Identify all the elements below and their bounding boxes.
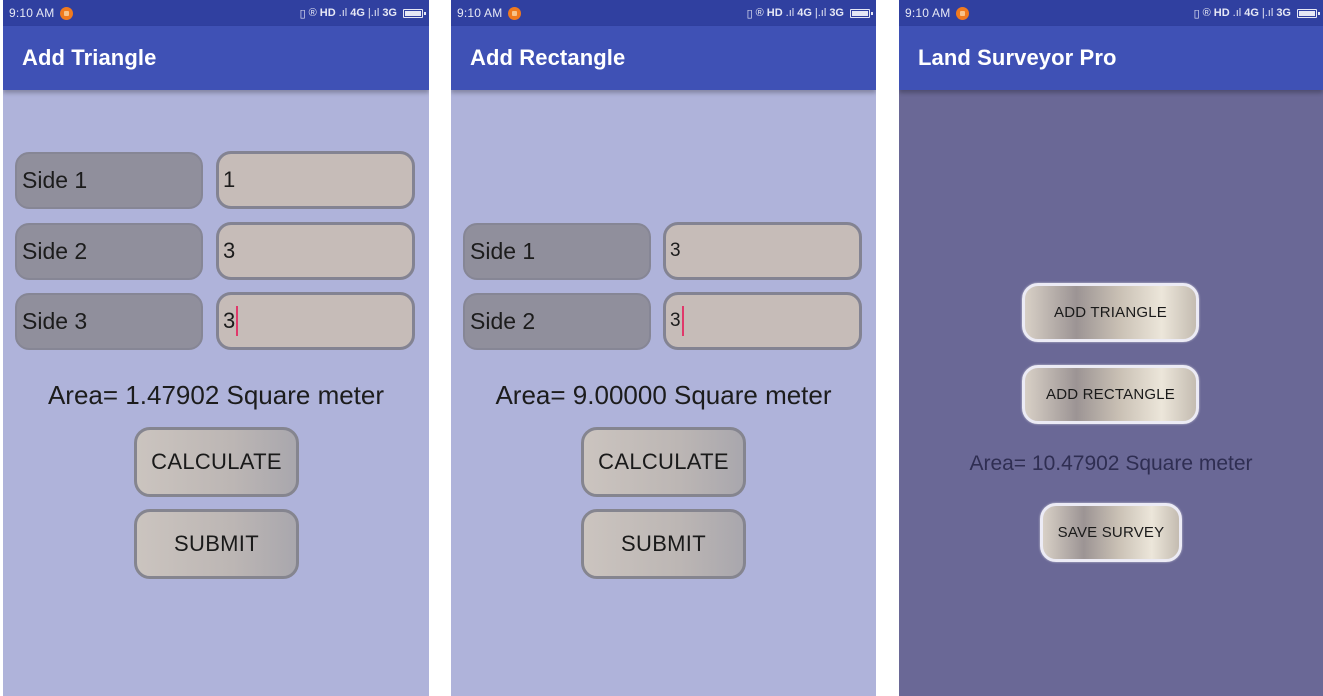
status-time: 9:10 AM <box>9 6 55 20</box>
status-indicators: ▯ ® HD .ıl 4G |.ıl 3G <box>299 7 426 20</box>
battery-icon <box>850 8 873 18</box>
network-4g: 4G <box>1244 7 1259 19</box>
app-bar: Land Surveyor Pro <box>899 26 1323 90</box>
side-2-value: 3 <box>223 238 236 263</box>
network-3g: 3G <box>1276 7 1291 19</box>
app-bar: Add Triangle <box>3 26 429 90</box>
side-1-label: Side 1 <box>463 223 651 280</box>
screen-home: 9:10 AM ▯ ® HD .ıl 4G |.ıl 3G Land Surve… <box>899 0 1323 696</box>
page-title: Add Triangle <box>22 45 157 70</box>
side-3-value: 3 <box>223 308 236 333</box>
status-bar: 9:10 AM ▯ ® HD .ıl 4G |.ıl 3G <box>3 0 429 26</box>
battery-icon <box>1297 8 1320 18</box>
side-1-label: Side 1 <box>15 152 203 209</box>
status-bar: 9:10 AM ▯ ® HD .ıl 4G |.ıl 3G <box>899 0 1323 26</box>
side-2-label: Side 2 <box>463 293 651 350</box>
side-2-label: Side 2 <box>15 223 203 280</box>
signal-icon: |.ıl <box>367 7 380 19</box>
signal-icon: .ıl <box>338 7 348 19</box>
signal-icon: .ıl <box>1232 7 1242 19</box>
vibrate-icon: ▯ <box>1193 7 1200 20</box>
network-hd: HD <box>1213 7 1230 19</box>
page-title: Add Rectangle <box>470 45 626 70</box>
network-hd: HD <box>319 7 336 19</box>
network-4g: 4G <box>797 7 812 19</box>
roaming-icon: ® <box>308 7 317 19</box>
status-time: 9:10 AM <box>457 6 503 20</box>
side-3-label: Side 3 <box>15 293 203 350</box>
area-result: Area= 1.47902 Square meter <box>47 380 385 410</box>
side-1-value: 1 <box>223 167 236 192</box>
vibrate-icon: ▯ <box>299 7 306 20</box>
signal-icon: |.ıl <box>1261 7 1274 19</box>
signal-icon: |.ıl <box>814 7 827 19</box>
page-title: Land Surveyor Pro <box>918 45 1117 70</box>
save-survey-button[interactable]: SAVE SURVEY <box>1040 503 1182 562</box>
battery-icon <box>403 8 426 18</box>
roaming-icon: ® <box>1202 7 1211 19</box>
side-2-input[interactable]: 3 <box>216 222 415 280</box>
vibrate-icon: ▯ <box>746 7 753 20</box>
text-caret <box>681 306 684 336</box>
app-bar: Add Rectangle <box>451 26 876 90</box>
side-3-input[interactable]: 3 <box>216 292 415 350</box>
side-1-input[interactable]: 1 <box>216 151 415 209</box>
add-triangle-button[interactable]: ADD TRIANGLE <box>1022 283 1199 342</box>
area-result: Area= 9.00000 Square meter <box>495 380 832 410</box>
screen-add-rectangle: 9:10 AM ▯ ® HD .ıl 4G |.ıl 3G Add Rectan… <box>451 0 876 696</box>
submit-button[interactable]: SUBMIT <box>581 509 746 579</box>
form-content: Side 1 1 Side 2 3 Side 3 3 Area= 1.47902… <box>3 90 429 696</box>
side-1-value: 3 <box>670 240 681 261</box>
screen-add-triangle: 9:10 AM ▯ ® HD .ıl 4G |.ıl 3G Add Triang… <box>3 0 429 696</box>
roaming-icon: ® <box>755 7 764 19</box>
status-indicators: ▯ ® HD .ıl 4G |.ıl 3G <box>746 7 873 20</box>
add-rectangle-button[interactable]: ADD RECTANGLE <box>1022 365 1199 424</box>
total-area-result: Area= 10.47902 Square meter <box>969 452 1253 475</box>
calculate-button[interactable]: CALCULATE <box>134 427 299 497</box>
network-3g: 3G <box>829 7 844 19</box>
submit-button[interactable]: SUBMIT <box>134 509 299 579</box>
side-1-input[interactable]: 3 <box>663 222 862 280</box>
notification-app-icon <box>60 6 74 20</box>
network-hd: HD <box>766 7 783 19</box>
status-time: 9:10 AM <box>905 6 951 20</box>
status-indicators: ▯ ® HD .ıl 4G |.ıl 3G <box>1193 7 1320 20</box>
home-content: ADD TRIANGLE ADD RECTANGLE Area= 10.4790… <box>899 90 1323 696</box>
form-content: Side 1 3 Side 2 3 Area= 9.00000 Square m… <box>451 90 876 696</box>
side-2-input[interactable]: 3 <box>663 292 862 350</box>
calculate-button[interactable]: CALCULATE <box>581 427 746 497</box>
side-2-value: 3 <box>670 310 681 331</box>
network-3g: 3G <box>382 7 397 19</box>
text-caret <box>236 306 239 336</box>
notification-app-icon <box>508 6 522 20</box>
status-bar: 9:10 AM ▯ ® HD .ıl 4G |.ıl 3G <box>451 0 876 26</box>
notification-app-icon <box>956 6 970 20</box>
network-4g: 4G <box>350 7 365 19</box>
signal-icon: .ıl <box>785 7 795 19</box>
